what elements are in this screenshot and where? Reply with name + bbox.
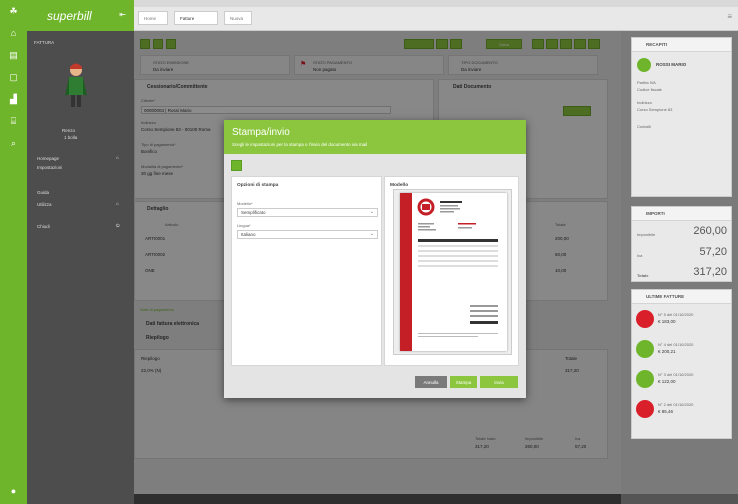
- print-options-panel: Opzioni di stampa Modello* Semplificato ⌄…: [231, 176, 382, 366]
- user-icon[interactable]: ●: [0, 480, 27, 502]
- language-select[interactable]: Italiano ⌄: [237, 230, 378, 239]
- print-button[interactable]: Stampa: [450, 376, 477, 388]
- invoice-page-preview: [400, 193, 507, 351]
- document-preview: [393, 189, 512, 355]
- model-label: Modello*: [237, 201, 253, 206]
- invoice-amount[interactable]: € 183,00: [658, 319, 676, 324]
- recap-card: RECAPITI ROSSI MARIO Partita IVA Codice …: [631, 37, 732, 197]
- tab-bar: Home Fatture Nuova ≡: [134, 7, 738, 31]
- recap-title: RECAPITI: [646, 42, 668, 47]
- home-small-icon-2: ⌂: [116, 201, 119, 206]
- model-select[interactable]: Semplificato ⌄: [237, 208, 378, 217]
- nav-item-guide[interactable]: Guida: [37, 190, 49, 195]
- preview-title: Modello: [390, 183, 409, 188]
- chevron-down-icon: ⌄: [369, 231, 374, 237]
- invoice-amount[interactable]: € 122,00: [658, 379, 676, 384]
- menu-icon[interactable]: ≡: [727, 12, 732, 21]
- home-icon[interactable]: ⌂: [0, 22, 27, 44]
- user-sub: 1 bolla: [64, 135, 78, 140]
- collapse-icon[interactable]: ⇤: [119, 10, 126, 19]
- cancel-button[interactable]: Annulla: [415, 376, 447, 388]
- home-small-icon: ⌂: [116, 155, 119, 160]
- calendar-icon[interactable]: ▢: [0, 66, 27, 88]
- dialog-body: Opzioni di stampa Modello* Semplificato ⌄…: [224, 154, 526, 398]
- nav-section-title: FATTURA: [34, 40, 55, 45]
- options-title: Opzioni di stampa: [237, 183, 279, 188]
- invoice-status-icon: [636, 400, 654, 418]
- doc-type-icon: [231, 160, 242, 171]
- invoice-status-icon: [636, 310, 654, 328]
- dialog-subtitle: Scegli le impostazioni per la stampa o l…: [232, 142, 368, 147]
- left-icon-rail: ☘ ⌂ ▤ ▢ ▟ ⌸ ⌕ ●: [0, 0, 27, 504]
- amount-taxable: 260,00: [693, 225, 727, 237]
- user-name: Renzo: [62, 128, 76, 133]
- send-button[interactable]: Invia: [480, 376, 518, 388]
- last-invoices-title: ULTIME FATTURE: [646, 294, 685, 299]
- right-panel: RECAPITI ROSSI MARIO Partita IVA Codice …: [621, 31, 738, 504]
- amount-total: 317,20: [693, 266, 727, 278]
- language-label: Lingua*: [237, 223, 251, 228]
- chart-icon[interactable]: ▟: [0, 88, 27, 110]
- nav-item-homepage[interactable]: Homepage: [37, 156, 59, 161]
- dialog-title: Stampa/invio: [232, 127, 290, 138]
- print-dialog: Stampa/invio Scegli le impostazioni per …: [224, 120, 526, 398]
- amount-vat: 57,20: [699, 246, 727, 258]
- invoice-status-icon: [636, 340, 654, 358]
- nav-item-close[interactable]: Chiudi: [37, 224, 50, 229]
- nav-item-settings[interactable]: Impostazioni: [37, 165, 62, 170]
- brand-logo: superbill: [47, 8, 92, 23]
- bank-icon[interactable]: ⌸: [0, 110, 27, 132]
- avatar: [64, 62, 88, 110]
- chevron-down-icon: ⌄: [369, 209, 374, 215]
- preview-panel: Modello: [384, 176, 519, 366]
- document-icon[interactable]: ▤: [0, 44, 27, 66]
- amounts-card: IMPORTI Imponibile 260,00 Iva 57,20 Tota…: [631, 206, 732, 282]
- invoice-amount[interactable]: € 200,21: [658, 349, 676, 354]
- recap-avatar: [637, 58, 651, 72]
- invoice-amount[interactable]: € 85,46: [658, 409, 673, 414]
- brand-bar: superbill ⇤: [27, 0, 134, 31]
- amounts-title: IMPORTI: [646, 211, 665, 216]
- tab-home[interactable]: Home: [138, 11, 168, 25]
- tab-fatture[interactable]: Fatture: [174, 11, 218, 25]
- invoice-status-icon: [636, 370, 654, 388]
- search-icon[interactable]: ⌕: [0, 132, 27, 154]
- last-invoices-card: ULTIME FATTURE N° 5 del 01/10/2020 € 183…: [631, 289, 732, 439]
- nav-item-use[interactable]: Utilizza: [37, 202, 52, 207]
- tab-nuova[interactable]: Nuova: [224, 11, 252, 25]
- dialog-header: Stampa/invio Scegli le impostazioni per …: [224, 120, 526, 154]
- logo-icon: ☘: [9, 5, 18, 16]
- recap-name: ROSSI MARIO: [656, 62, 687, 67]
- power-icon[interactable]: ⏻: [116, 223, 120, 228]
